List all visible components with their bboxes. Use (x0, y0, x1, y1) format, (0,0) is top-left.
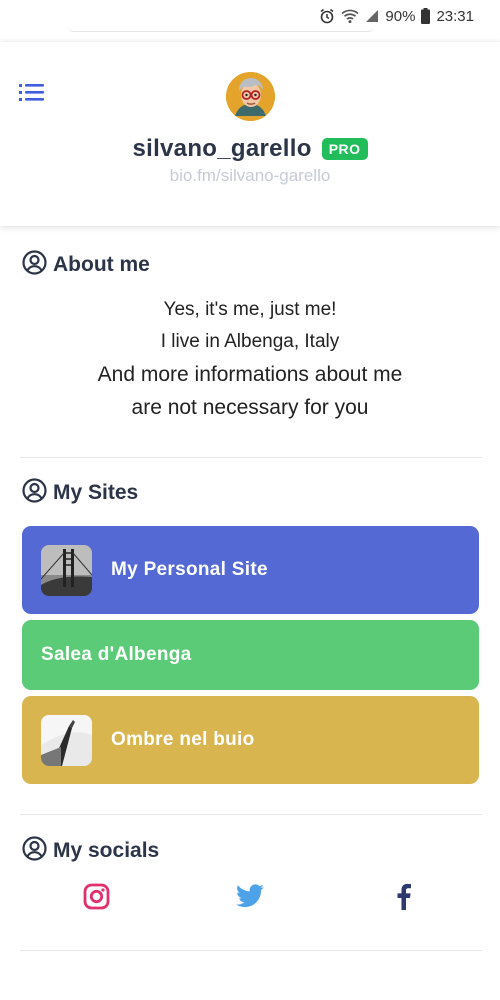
clock-time: 23:31 (436, 7, 474, 25)
avatar (226, 72, 275, 121)
about-line-4: are not necessary for you (131, 396, 369, 419)
site-button-ombre[interactable]: Ombre nel buio (22, 696, 479, 784)
socials-heading: My socials (53, 839, 160, 862)
user-circle-icon (22, 250, 47, 280)
section-divider (20, 950, 482, 951)
profile-title-row: silvano_garello PRO (0, 132, 500, 166)
pro-badge: PRO (321, 138, 368, 160)
socials-section-heading: My socials (22, 836, 159, 866)
user-circle-icon (22, 478, 47, 508)
wifi-icon (341, 8, 359, 24)
site-button-personal[interactable]: My Personal Site (22, 526, 479, 614)
about-heading: About me (53, 253, 150, 276)
user-circle-icon (22, 836, 47, 866)
browser-url-strip (68, 26, 374, 32)
site-button-salea[interactable]: Salea d'Albenga (22, 620, 479, 690)
battery-icon (421, 8, 431, 24)
site-label: My Personal Site (111, 559, 268, 580)
instagram-icon[interactable] (83, 883, 111, 911)
username: silvano_garello (132, 135, 312, 162)
battery-percent: 90% (385, 7, 416, 25)
section-divider (20, 457, 482, 458)
profile-header: silvano_garello PRO bio.fm/silvano-garel… (0, 42, 500, 226)
about-section-heading: About me (22, 250, 150, 280)
site-thumbnail-image (41, 714, 92, 766)
sites-heading: My Sites (53, 481, 139, 504)
alarm-icon (319, 8, 335, 24)
menu-icon[interactable] (19, 82, 45, 106)
facebook-icon[interactable] (397, 883, 413, 911)
signal-icon (365, 9, 379, 23)
about-line-1: Yes, it's me, just me! (163, 299, 337, 320)
about-line-3: And more informations about me (97, 363, 403, 386)
profile-url-link[interactable]: bio.fm/silvano-garello (0, 166, 500, 186)
about-line-2: I live in Albenga, Italy (160, 331, 340, 352)
site-thumbnail-image (41, 544, 92, 596)
site-label: Ombre nel buio (111, 729, 255, 750)
site-label: Salea d'Albenga (41, 644, 192, 665)
section-divider (20, 814, 482, 815)
sites-section-heading: My Sites (22, 478, 138, 508)
twitter-icon[interactable] (236, 883, 266, 911)
